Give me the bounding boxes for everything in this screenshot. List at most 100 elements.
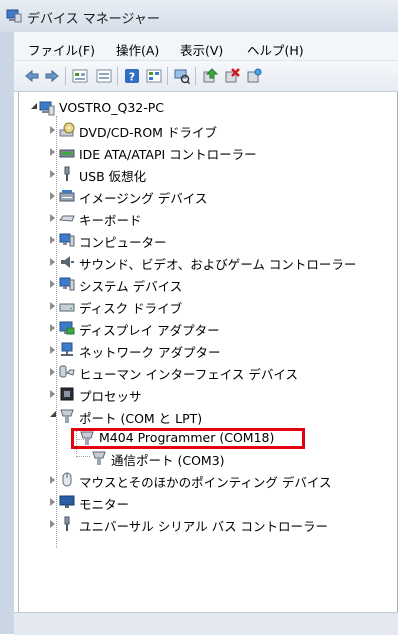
system-device-icon	[59, 277, 75, 291]
computer-icon	[39, 101, 55, 116]
tree-node-label: イメージング デバイス	[79, 191, 208, 206]
properties-grid-icon[interactable]	[72, 68, 88, 84]
tree-node-label: DVD/CD-ROM ドライブ	[79, 125, 217, 140]
device-manager-icon	[6, 9, 22, 23]
highlight-box	[71, 428, 305, 449]
collapse-arrow-icon[interactable]	[50, 411, 56, 417]
tree-node-label: マウスとそのほかのポインティング デバイス	[79, 475, 332, 490]
expand-arrow-icon[interactable]	[50, 302, 55, 310]
port-icon	[92, 451, 106, 465]
device-tree: VOSTRO_Q32-PC DVD/CD-ROM ドライブ IDE ATA/AT…	[18, 92, 394, 632]
tree-node-display-adapters[interactable]: ディスプレイ アダプター	[19, 319, 389, 338]
tree-node-monitors[interactable]: モニター	[19, 493, 389, 512]
expand-arrow-icon[interactable]	[50, 476, 55, 484]
show-hidden-icon[interactable]	[96, 68, 112, 84]
ide-controller-icon	[59, 149, 75, 158]
toolbar-separator	[167, 67, 168, 85]
forward-icon[interactable]	[44, 68, 60, 84]
tree-node-label: サウンド、ビデオ、およびゲーム コントローラー	[79, 257, 357, 272]
status-bar	[14, 612, 398, 635]
expand-arrow-icon[interactable]	[50, 324, 55, 332]
processor-icon	[60, 387, 74, 401]
menu-file[interactable]: ファイル(F)	[28, 40, 95, 59]
toolbar-separator	[117, 67, 118, 85]
menu-help[interactable]: ヘルプ(H)	[247, 40, 304, 59]
tree-node-usb-controllers[interactable]: ユニバーサル シリアル バス コントローラー	[19, 515, 389, 534]
tree-node-label: キーボード	[79, 213, 142, 228]
expand-arrow-icon[interactable]	[50, 258, 55, 266]
tree-node-hid[interactable]: ヒューマン インターフェイス デバイス	[19, 363, 389, 382]
usb-icon	[64, 166, 70, 181]
tree-node-ports[interactable]: ポート (COM と LPT)	[19, 407, 389, 426]
tree-node-sound-video-game[interactable]: サウンド、ビデオ、およびゲーム コントローラー	[19, 253, 389, 272]
tree-node-label: プロセッサ	[79, 389, 142, 404]
tree-node-computer[interactable]: コンピューター	[19, 231, 389, 250]
disable-icon[interactable]	[246, 68, 262, 84]
expand-arrow-icon[interactable]	[50, 346, 55, 354]
menu-view[interactable]: 表示(V)	[180, 40, 223, 59]
expand-arrow-icon[interactable]	[50, 520, 55, 528]
imaging-device-icon	[59, 190, 75, 202]
hid-icon	[59, 365, 75, 378]
expand-arrow-icon[interactable]	[50, 170, 55, 178]
network-adapter-icon	[61, 342, 73, 356]
tree-root[interactable]: VOSTRO_Q32-PC	[19, 99, 389, 118]
port-icon	[60, 409, 74, 423]
expand-arrow-icon[interactable]	[50, 390, 55, 398]
uninstall-icon[interactable]	[224, 68, 240, 84]
tree-node-label: コンピューター	[79, 235, 167, 250]
svg-text:?: ?	[129, 71, 135, 84]
tree-node-ide-controllers[interactable]: IDE ATA/ATAPI コントローラー	[19, 143, 389, 162]
tree-node-system-devices[interactable]: システム デバイス	[19, 275, 389, 294]
expand-arrow-icon[interactable]	[50, 192, 55, 200]
tree-node-label: モニター	[79, 497, 130, 512]
view-grid-icon[interactable]	[146, 68, 162, 84]
disk-drive-icon	[59, 303, 75, 312]
update-driver-icon[interactable]	[202, 68, 218, 84]
tree-node-imaging-devices[interactable]: イメージング デバイス	[19, 187, 389, 206]
expand-arrow-icon[interactable]	[50, 236, 55, 244]
tree-node-keyboards[interactable]: キーボード	[19, 209, 389, 228]
tree-node-label: ネットワーク アダプター	[79, 345, 221, 360]
keyboard-icon	[59, 215, 75, 222]
expand-arrow-icon[interactable]	[50, 148, 55, 156]
tree-node-mice[interactable]: マウスとそのほかのポインティング デバイス	[19, 471, 389, 490]
window-title: デバイス マネージャー	[27, 12, 160, 27]
expand-arrow-icon[interactable]	[50, 280, 55, 288]
tree-node-disk-drives[interactable]: ディスク ドライブ	[19, 297, 389, 316]
tree-node-label: 通信ポート (COM3)	[111, 453, 225, 468]
dvd-drive-icon	[59, 122, 75, 137]
tree-node-processors[interactable]: プロセッサ	[19, 385, 389, 404]
expand-arrow-icon[interactable]	[50, 214, 55, 222]
back-icon[interactable]	[24, 68, 40, 84]
tree-node-label: システム デバイス	[79, 279, 183, 294]
menu-action[interactable]: 操作(A)	[116, 40, 159, 59]
toolbar: ?	[14, 61, 398, 92]
tree-root-label: VOSTRO_Q32-PC	[59, 100, 165, 115]
usb-controller-icon	[64, 516, 70, 531]
tree-node-label: ポート (COM と LPT)	[79, 411, 203, 426]
tree-node-dvd-drives[interactable]: DVD/CD-ROM ドライブ	[19, 121, 389, 140]
window-frame-left	[0, 32, 14, 634]
expand-arrow-icon[interactable]	[50, 126, 55, 134]
monitor-icon	[59, 495, 75, 508]
computer-icon	[59, 233, 75, 247]
tree-node-com3[interactable]: 通信ポート (COM3)	[19, 449, 389, 468]
collapse-arrow-icon[interactable]	[31, 103, 37, 109]
help-icon[interactable]: ?	[124, 68, 140, 84]
tree-node-usb-virtualization[interactable]: USB 仮想化	[19, 165, 389, 184]
toolbar-separator	[195, 67, 196, 85]
tree-node-label: ディスク ドライブ	[79, 301, 183, 316]
tree-node-label: USB 仮想化	[79, 169, 147, 184]
tree-node-label: ディスプレイ アダプター	[79, 323, 220, 338]
speaker-icon	[61, 256, 74, 268]
mouse-icon	[62, 472, 72, 487]
expand-arrow-icon[interactable]	[50, 498, 55, 506]
tree-node-label: ユニバーサル シリアル バス コントローラー	[79, 519, 329, 534]
expand-arrow-icon[interactable]	[50, 368, 55, 376]
tree-node-label: IDE ATA/ATAPI コントローラー	[79, 147, 257, 162]
title-bar: デバイス マネージャー	[0, 0, 398, 32]
tree-node-label: ヒューマン インターフェイス デバイス	[79, 367, 298, 382]
scan-hardware-icon[interactable]	[174, 68, 190, 84]
tree-node-network-adapters[interactable]: ネットワーク アダプター	[19, 341, 389, 360]
